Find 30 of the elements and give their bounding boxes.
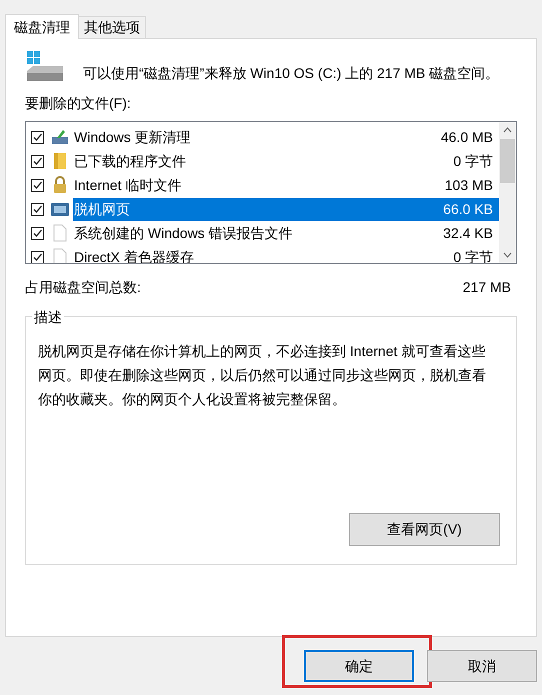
checkbox[interactable] — [31, 226, 44, 240]
checkbox[interactable] — [31, 202, 44, 216]
checkbox[interactable] — [31, 154, 44, 168]
files-label: 要删除的文件(F): — [25, 94, 131, 113]
description-text: 脱机网页是存储在你计算机上的网页，不必连接到 Internet 就可查看这些网页。即使在删除这些网页，以后仍然可以通过同步这些网页，脱机查看你的收藏夹。你的网页个人化设置将被完整保留。 — [38, 342, 487, 409]
intro-text: 可以使用“磁盘清理”来释放 Win10 OS (C:) 上的 217 MB 磁盘空间。 — [83, 64, 500, 83]
checkbox[interactable] — [31, 130, 44, 144]
checkbox[interactable] — [31, 250, 44, 263]
folder-icon — [53, 152, 67, 170]
dialog-button[interactable]: 取消 — [427, 650, 537, 682]
cleanup-icon — [51, 129, 69, 145]
tab[interactable]: 磁盘清理 — [5, 14, 79, 39]
file-row[interactable]: 系统创建的 Windows 错误报告文件 32.4 KB — [73, 222, 499, 244]
checkbox[interactable] — [31, 178, 44, 192]
view-pages-button[interactable]: 查看网页(V) — [349, 513, 500, 546]
file-row[interactable]: Windows 更新清理 46.0 MB — [73, 126, 499, 148]
web-folder-icon — [50, 201, 70, 217]
file-icon — [53, 224, 67, 242]
total-value: 217 MB — [462, 278, 511, 297]
drive-icon — [25, 51, 65, 83]
file-icon — [53, 248, 67, 263]
scrollbar[interactable] — [499, 122, 516, 263]
tab[interactable]: 其他选项 — [79, 16, 146, 38]
file-row[interactable]: Internet 临时文件 103 MB — [73, 174, 499, 196]
file-row[interactable]: 已下载的程序文件 0 字节 — [73, 150, 499, 172]
dialog-button[interactable]: 确定 — [304, 650, 414, 682]
total-label: 占用磁盘空间总数: — [25, 278, 141, 297]
file-row[interactable]: DirectX 着色器缓存 0 字节 — [73, 246, 499, 263]
file-row[interactable]: 脱机网页 66.0 KB — [73, 198, 499, 220]
lock-icon — [53, 176, 67, 194]
